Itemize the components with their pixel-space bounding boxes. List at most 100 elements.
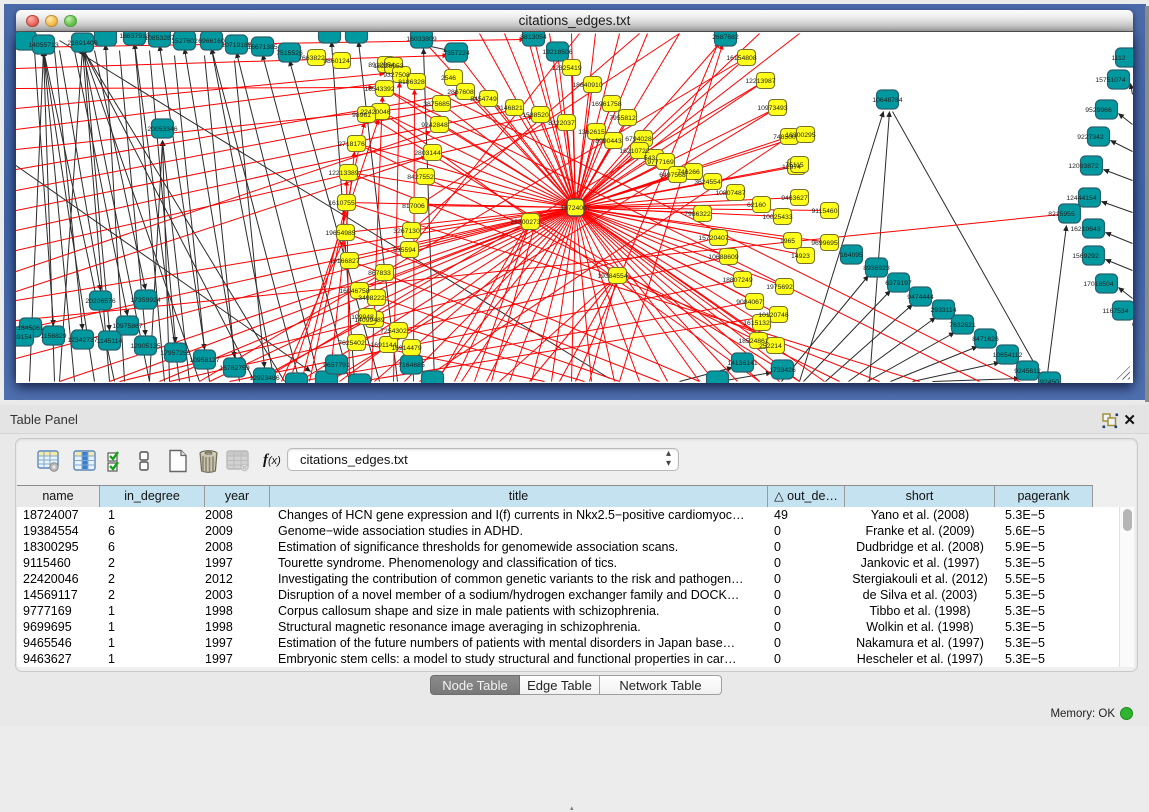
svg-text:10958127: 10958127 bbox=[189, 356, 219, 363]
svg-text:1145114: 1145114 bbox=[97, 337, 123, 344]
svg-text:6379197: 6379197 bbox=[885, 279, 912, 286]
svg-text:7986322: 7986322 bbox=[684, 210, 711, 217]
svg-text:8186328: 8186328 bbox=[398, 78, 425, 85]
svg-text:9860124: 9860124 bbox=[323, 57, 350, 64]
svg-text:1615132: 1615132 bbox=[743, 319, 770, 326]
svg-text:16154808: 16154808 bbox=[726, 54, 756, 61]
svg-text:19384554: 19384554 bbox=[597, 272, 627, 279]
svg-text:2803144: 2803144 bbox=[414, 149, 441, 156]
svg-text:8215955: 8215955 bbox=[1048, 210, 1075, 217]
svg-text:2546: 2546 bbox=[441, 74, 456, 81]
svg-text:18724007: 18724007 bbox=[560, 205, 590, 212]
svg-text:8454749: 8454749 bbox=[470, 95, 497, 102]
svg-text:17957255: 17957255 bbox=[160, 349, 190, 356]
svg-text:12093872: 12093872 bbox=[1068, 162, 1098, 169]
svg-text:1527602: 1527602 bbox=[171, 37, 198, 44]
svg-text:9227342: 9227342 bbox=[1077, 133, 1104, 140]
svg-text:9657791: 9657791 bbox=[323, 361, 350, 368]
svg-text:10025433: 10025433 bbox=[762, 213, 792, 220]
svg-text:17018504: 17018504 bbox=[1083, 280, 1113, 287]
svg-text:25300273: 25300273 bbox=[510, 218, 540, 225]
svg-text:7955812: 7955812 bbox=[609, 114, 636, 121]
svg-text:39154: 39154 bbox=[16, 333, 32, 340]
svg-text:18640910: 18640910 bbox=[572, 81, 602, 88]
svg-text:9245612: 9245612 bbox=[1014, 367, 1041, 374]
svg-text:8938923: 8938923 bbox=[863, 264, 890, 271]
svg-text:19654985: 19654985 bbox=[325, 229, 355, 236]
svg-text:14055713: 14055713 bbox=[28, 41, 58, 48]
svg-text:1845061: 1845061 bbox=[17, 324, 44, 331]
svg-text:7164685: 7164685 bbox=[398, 361, 425, 368]
svg-text:17359924: 17359924 bbox=[130, 296, 160, 303]
svg-text:12923486: 12923486 bbox=[249, 374, 279, 381]
svg-text:2933114: 2933114 bbox=[931, 306, 957, 313]
svg-text:10975867: 10975867 bbox=[112, 322, 142, 329]
svg-text:8813054: 8813054 bbox=[520, 33, 547, 40]
svg-text:9115460: 9115460 bbox=[812, 207, 838, 214]
svg-text:817006: 817006 bbox=[402, 202, 425, 209]
svg-text:16033809: 16033809 bbox=[406, 35, 436, 42]
svg-text:2867608: 2867608 bbox=[447, 88, 474, 95]
svg-text:98961: 98961 bbox=[352, 111, 371, 118]
svg-text:12213389: 12213389 bbox=[328, 169, 358, 176]
svg-text:6794028: 6794028 bbox=[625, 135, 652, 142]
svg-text:9327508: 9327508 bbox=[383, 71, 410, 78]
svg-text:8990443: 8990443 bbox=[595, 137, 622, 144]
svg-text:14136141: 14136141 bbox=[727, 359, 757, 366]
svg-text:16961758: 16961758 bbox=[591, 100, 621, 107]
svg-text:2687682: 2687682 bbox=[712, 33, 739, 40]
svg-text:1362615: 1362615 bbox=[578, 128, 605, 135]
svg-text:10120746: 10120746 bbox=[758, 311, 788, 318]
svg-text:7254302: 7254302 bbox=[380, 327, 407, 334]
svg-text:7625402: 7625402 bbox=[338, 339, 365, 346]
svg-text:9146821: 9146821 bbox=[496, 104, 523, 111]
svg-text:62160: 62160 bbox=[747, 201, 766, 208]
svg-text:6497568: 6497568 bbox=[659, 171, 686, 178]
svg-text:9529966: 9529966 bbox=[1085, 106, 1112, 113]
svg-text:92450: 92450 bbox=[1040, 378, 1059, 382]
svg-text:15751074: 15751074 bbox=[1095, 76, 1125, 83]
svg-text:16671385: 16671385 bbox=[247, 43, 277, 50]
svg-text:1167534: 1167534 bbox=[1103, 307, 1129, 314]
svg-text:16210722: 16210722 bbox=[619, 147, 649, 154]
svg-text:19218506: 19218506 bbox=[542, 48, 572, 55]
svg-text:20206576: 20206576 bbox=[85, 297, 115, 304]
svg-text:1733426: 1733426 bbox=[769, 366, 796, 373]
svg-text:9242848: 9242848 bbox=[421, 121, 448, 128]
svg-text:7632621: 7632621 bbox=[949, 321, 976, 328]
svg-text:10807487: 10807487 bbox=[715, 189, 745, 196]
svg-text:12444154: 12444154 bbox=[1066, 194, 1096, 201]
svg-text:14923: 14923 bbox=[791, 252, 810, 259]
svg-text:2718176: 2718176 bbox=[338, 140, 365, 147]
svg-text:9777169: 9777169 bbox=[647, 158, 674, 165]
svg-text:3267130: 3267130 bbox=[393, 227, 420, 234]
svg-text:1588520: 1588520 bbox=[522, 111, 549, 118]
svg-text:9474444: 9474444 bbox=[907, 293, 934, 300]
svg-text:1975692: 1975692 bbox=[766, 283, 793, 290]
svg-text:15720407: 15720407 bbox=[698, 234, 728, 241]
svg-text:867833: 867833 bbox=[368, 269, 391, 276]
svg-text:16543392: 16543392 bbox=[364, 85, 394, 92]
svg-text:16046758: 16046758 bbox=[339, 287, 369, 294]
svg-text:12325419: 12325419 bbox=[551, 64, 581, 71]
svg-text:18300295: 18300295 bbox=[785, 131, 815, 138]
svg-text:1156829: 1156829 bbox=[41, 332, 67, 339]
svg-text:8322037: 8322037 bbox=[548, 119, 575, 126]
svg-text:535594: 535594 bbox=[393, 246, 416, 253]
svg-text:7663822: 7663822 bbox=[298, 54, 325, 61]
svg-text:1569292: 1569292 bbox=[1072, 252, 1099, 259]
svg-text:10688609: 10688609 bbox=[708, 253, 738, 260]
svg-text:164095: 164095 bbox=[840, 251, 863, 258]
svg-text:21691406: 21691406 bbox=[67, 39, 97, 46]
svg-text:18226053: 18226053 bbox=[373, 62, 403, 69]
svg-text:12342737: 12342737 bbox=[67, 336, 97, 343]
svg-text:16782759: 16782759 bbox=[219, 364, 249, 371]
svg-text:18807249: 18807249 bbox=[722, 276, 752, 283]
svg-text:8427552: 8427552 bbox=[407, 173, 434, 180]
svg-text:3498222: 3498222 bbox=[358, 294, 385, 301]
svg-text:12905135: 12905135 bbox=[130, 342, 160, 349]
svg-text:16210643: 16210643 bbox=[1070, 225, 1100, 232]
svg-text:10973493: 10973493 bbox=[757, 104, 787, 111]
svg-text:20053346: 20053346 bbox=[147, 125, 177, 132]
svg-text:1610755: 1610755 bbox=[328, 199, 355, 206]
